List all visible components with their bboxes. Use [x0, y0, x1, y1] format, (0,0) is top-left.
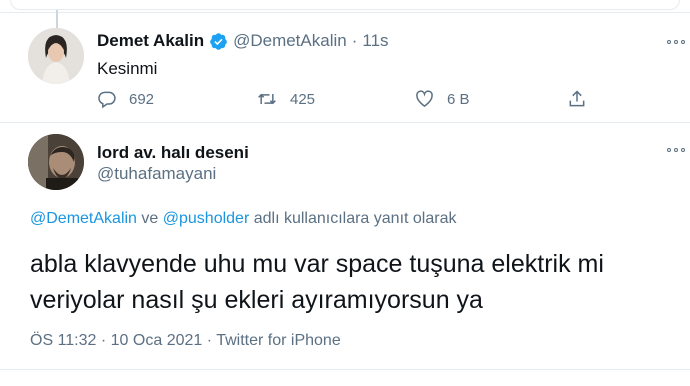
replying-conjunction: ve [136, 210, 163, 227]
reply-text-line: veriyolar nasıl şu ekleri ayıramıyorsun … [30, 286, 483, 314]
reply-button[interactable]: 692 [97, 89, 154, 109]
reply-count: 692 [129, 90, 155, 108]
tweet-date[interactable]: 10 Oca 2021 [111, 332, 203, 349]
thread-line [56, 10, 58, 30]
tweet-time[interactable]: 11s [362, 31, 388, 51]
mention-link[interactable]: @pusholder [163, 210, 250, 227]
meta-separator: · [206, 332, 213, 349]
reply-tweet-text: abla klavyende uhu mu var space tuşuna e… [30, 246, 680, 318]
retweet-button[interactable]: 425 [256, 89, 315, 109]
more-options-icon[interactable] [667, 148, 685, 152]
tweet-metadata: ÖS 11:32 · 10 Oca 2021 · Twitter for iPh… [30, 332, 341, 350]
header-separator: · [351, 31, 358, 50]
avatar-demet[interactable] [28, 28, 84, 84]
like-count: 6 B [447, 90, 470, 108]
original-tweet-text: Kesinmi [97, 59, 158, 78]
original-tweet-header: Demet Akalin @DemetAkalin · 11s [97, 31, 389, 51]
verified-badge-icon [209, 32, 228, 51]
share-button[interactable] [567, 89, 599, 109]
reply-author-name[interactable]: lord av. halı deseni [97, 143, 249, 163]
retweet-icon [258, 93, 276, 105]
tweet-time[interactable]: ÖS 11:32 [30, 332, 96, 349]
author-handle[interactable]: @DemetAkalin [233, 31, 347, 51]
replying-to-line: @DemetAkalin ve @pusholder adlı kullanıc… [30, 210, 456, 228]
more-options-icon[interactable] [667, 40, 685, 44]
retweet-count: 425 [290, 90, 316, 108]
divider [0, 122, 690, 123]
author-name[interactable]: Demet Akalin [97, 31, 204, 51]
reply-author-handle[interactable]: @tuhafamayani [97, 164, 216, 184]
previous-card-edge [0, 0, 690, 13]
mention-link[interactable]: @DemetAkalin [30, 210, 137, 227]
replying-suffix: adlı kullanıcılara yanıt olarak [249, 210, 457, 227]
reply-text-line: abla klavyende uhu mu var space tuşuna e… [30, 250, 604, 278]
share-icon [569, 90, 585, 107]
tweet-source[interactable]: Twitter for iPhone [216, 332, 341, 349]
avatar-lord[interactable] [28, 134, 84, 190]
like-button[interactable]: 6 B [414, 89, 470, 109]
reply-icon [98, 91, 116, 109]
meta-separator: · [100, 332, 107, 349]
divider [0, 369, 690, 370]
tweet-actions: 692 425 6 B [0, 89, 690, 113]
heart-icon [416, 90, 433, 107]
